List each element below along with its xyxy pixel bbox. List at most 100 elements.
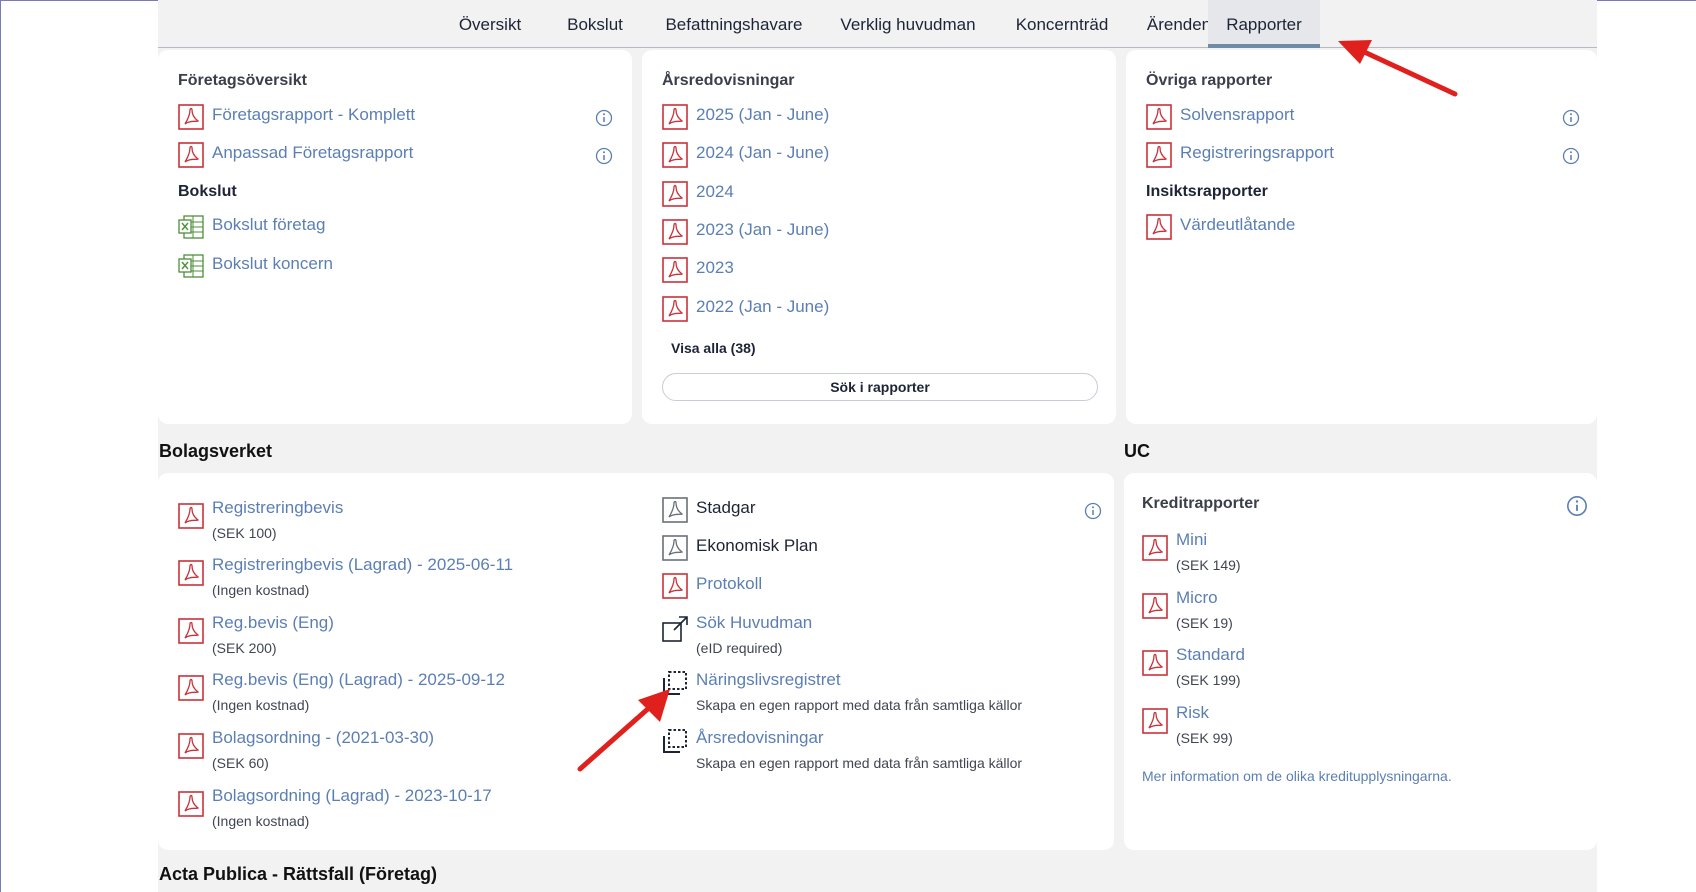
report-row[interactable]: Bokslut företag bbox=[178, 214, 325, 240]
report-row[interactable]: 2024 (Jan - June) bbox=[662, 142, 829, 168]
info-icon[interactable] bbox=[1562, 147, 1580, 165]
uc-report-link[interactable]: Risk bbox=[1176, 702, 1233, 724]
bolagsverket-doc-link[interactable]: Bolagsordning (Lagrad) - 2023-10-17 bbox=[212, 785, 492, 807]
report-row[interactable]: Registreringbevis (SEK 100) bbox=[178, 497, 343, 542]
pdf-icon bbox=[662, 104, 688, 130]
price-text: (Ingen kostnad) bbox=[212, 582, 310, 598]
report-row[interactable]: Företagsrapport - Komplett bbox=[178, 104, 415, 130]
report-row[interactable]: Anpassad Företagsrapport bbox=[178, 142, 413, 168]
report-row[interactable]: Protokoll bbox=[662, 573, 762, 599]
pdf-icon bbox=[178, 560, 204, 586]
report-row[interactable]: Registreringbevis (Lagrad) - 2025-06-11 (… bbox=[178, 554, 513, 599]
report-row[interactable]: 2023 bbox=[662, 257, 734, 283]
bolagsverket-doc-link[interactable]: Reg.bevis (Eng) bbox=[212, 612, 334, 634]
tab-verklig-huvudman[interactable]: Verklig huvudman bbox=[823, 0, 993, 48]
anpassad-foretagsrapport-link[interactable]: Anpassad Företagsrapport bbox=[212, 142, 413, 164]
pdf-icon bbox=[662, 219, 688, 245]
report-row[interactable]: Registreringsrapport bbox=[1146, 142, 1334, 168]
external-link-icon bbox=[662, 616, 688, 642]
report-row[interactable]: Solvensrapport bbox=[1146, 104, 1294, 130]
report-row[interactable]: Bolagsordning - (2021-03-30) (SEK 60) bbox=[178, 727, 434, 772]
report-row[interactable]: 2022 (Jan - June) bbox=[662, 296, 829, 322]
report-row[interactable]: Reg.bevis (Eng) (SEK 200) bbox=[178, 612, 334, 657]
uc-report-link[interactable]: Micro bbox=[1176, 587, 1233, 609]
report-row[interactable]: Värdeutlåtande bbox=[1146, 214, 1295, 240]
bokslut-foretag-link[interactable]: Bokslut företag bbox=[212, 214, 325, 236]
sok-huvudman-link[interactable]: Sök Huvudman bbox=[696, 612, 812, 634]
kredit-info-link[interactable]: Mer information om de olika kreditupplys… bbox=[1142, 768, 1452, 784]
pdf-icon bbox=[178, 104, 204, 130]
bolagsverket-doc-link[interactable]: Registreringbevis bbox=[212, 497, 343, 519]
tab-rapporter[interactable]: Rapporter bbox=[1208, 0, 1320, 48]
report-row[interactable]: 2024 bbox=[662, 181, 734, 207]
info-icon[interactable] bbox=[1084, 502, 1102, 520]
info-icon[interactable] bbox=[1566, 495, 1588, 517]
arsredovisning-link[interactable]: 2023 (Jan - June) bbox=[696, 219, 829, 241]
tab-befattningshavare[interactable]: Befattningshavare bbox=[649, 0, 819, 48]
naringslivsregistret-link[interactable]: Näringslivsregistret bbox=[696, 669, 1022, 691]
bolagsverket-card: Registreringbevis (SEK 100) Registreringb… bbox=[158, 473, 1114, 850]
report-row[interactable]: Årsredovisningar Skapa en egen rapport me… bbox=[662, 727, 1022, 772]
pdf-icon bbox=[662, 257, 688, 283]
report-row[interactable]: Standard (SEK 199) bbox=[1142, 644, 1245, 689]
pdf-icon bbox=[1142, 650, 1168, 676]
pdf-icon bbox=[1142, 708, 1168, 734]
pdf-icon bbox=[178, 791, 204, 817]
tab-oversikt[interactable]: Översikt bbox=[442, 0, 538, 48]
uc-report-link[interactable]: Mini bbox=[1176, 529, 1241, 551]
bolagsverket-doc-link[interactable]: Reg.bevis (Eng) (Lagrad) - 2025-09-12 bbox=[212, 669, 505, 691]
arsredovisningar-custom-link[interactable]: Årsredovisningar bbox=[696, 727, 1022, 749]
price-text: (Ingen kostnad) bbox=[212, 813, 310, 829]
protokoll-link[interactable]: Protokoll bbox=[696, 573, 762, 595]
price-text: (SEK 199) bbox=[1176, 672, 1241, 688]
arsredovisning-link[interactable]: 2025 (Jan - June) bbox=[696, 104, 829, 126]
report-row[interactable]: Mini (SEK 149) bbox=[1142, 529, 1241, 574]
report-row[interactable]: Bokslut koncern bbox=[178, 253, 333, 279]
pdf-icon bbox=[1146, 142, 1172, 168]
annotation-arrow-icon bbox=[1338, 40, 1458, 97]
report-row[interactable]: Ekonomisk Plan bbox=[662, 535, 818, 561]
arsredovisning-link[interactable]: 2023 bbox=[696, 257, 734, 279]
report-row[interactable]: Stadgar bbox=[662, 497, 756, 523]
acta-publica-title: Acta Publica - Rättsfall (Företag) bbox=[159, 864, 438, 884]
pdf-icon bbox=[1146, 104, 1172, 130]
pdf-icon bbox=[178, 618, 204, 644]
registreringsrapport-link[interactable]: Registreringsrapport bbox=[1180, 142, 1334, 164]
bolagsverket-doc-link[interactable]: Bolagsordning - (2021-03-30) bbox=[212, 727, 434, 749]
info-icon[interactable] bbox=[1562, 109, 1580, 127]
foretagsrapport-komplett-link[interactable]: Företagsrapport - Komplett bbox=[212, 104, 415, 126]
report-row[interactable]: Sök Huvudman (eID required) bbox=[662, 612, 812, 657]
foretagsoversikt-card: Företagsöversikt Företagsrapport - Kompl… bbox=[158, 50, 632, 424]
visa-alla-link[interactable]: Visa alla (38) bbox=[671, 340, 756, 356]
ekonomisk-plan-link[interactable]: Ekonomisk Plan bbox=[696, 535, 818, 557]
pdf-icon bbox=[178, 142, 204, 168]
report-row[interactable]: Risk (SEK 99) bbox=[1142, 702, 1233, 747]
pdf-icon bbox=[662, 142, 688, 168]
bolagsverket-doc-link[interactable]: Registreringbevis (Lagrad) - 2025-06-11 bbox=[212, 554, 513, 576]
info-icon[interactable] bbox=[595, 147, 613, 165]
uc-report-link[interactable]: Standard bbox=[1176, 644, 1245, 666]
search-reports-button[interactable]: Sök i rapporter bbox=[662, 373, 1098, 401]
arsredovisning-link[interactable]: 2024 bbox=[696, 181, 734, 203]
report-row[interactable]: Reg.bevis (Eng) (Lagrad) - 2025-09-12 (In… bbox=[178, 669, 505, 714]
arsredovisningar-heading: Årsredovisningar bbox=[662, 72, 795, 89]
solvensrapport-link[interactable]: Solvensrapport bbox=[1180, 104, 1294, 126]
tab-bokslut[interactable]: Bokslut bbox=[555, 0, 635, 48]
bokslut-koncern-link[interactable]: Bokslut koncern bbox=[212, 253, 333, 275]
left-margin bbox=[0, 0, 158, 892]
report-row[interactable]: Bolagsordning (Lagrad) - 2023-10-17 (Inge… bbox=[178, 785, 492, 830]
ovriga-rapporter-heading: Övriga rapporter bbox=[1146, 72, 1273, 89]
price-text: (SEK 100) bbox=[212, 525, 277, 541]
report-row[interactable]: Micro (SEK 19) bbox=[1142, 587, 1233, 632]
info-icon[interactable] bbox=[595, 109, 613, 127]
bolagsverket-title: Bolagsverket bbox=[159, 441, 273, 461]
uc-card: Kreditrapporter Mini (SEK 149) Micro (SEK … bbox=[1124, 473, 1597, 850]
arsredovisning-link[interactable]: 2024 (Jan - June) bbox=[696, 142, 829, 164]
report-row[interactable]: 2023 (Jan - June) bbox=[662, 219, 829, 245]
tab-koncerntrad[interactable]: Koncernträd bbox=[994, 0, 1130, 48]
stadgar-link[interactable]: Stadgar bbox=[696, 497, 756, 519]
arsredovisning-link[interactable]: 2022 (Jan - June) bbox=[696, 296, 829, 318]
report-row[interactable]: 2025 (Jan - June) bbox=[662, 104, 829, 130]
vardeutlatande-link[interactable]: Värdeutlåtande bbox=[1180, 214, 1295, 236]
report-row[interactable]: Näringslivsregistret Skapa en egen rappor… bbox=[662, 669, 1022, 714]
